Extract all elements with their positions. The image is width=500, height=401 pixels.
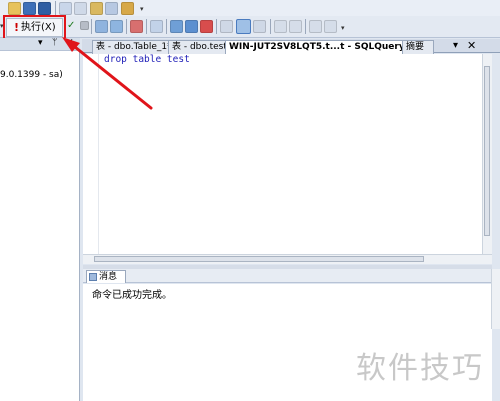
comment-icon[interactable] xyxy=(274,20,287,33)
server-node-label[interactable]: 9.0.1399 - sa) xyxy=(0,70,63,80)
edit-icon[interactable] xyxy=(130,20,143,33)
document-icon[interactable] xyxy=(74,2,87,15)
panel-dropdown-icon[interactable]: ▾ xyxy=(38,38,43,48)
object-explorer-header: ▾ ᛘ ✕ xyxy=(0,38,80,51)
query-editor[interactable] xyxy=(83,54,489,254)
decrease-indent-icon[interactable] xyxy=(309,20,322,33)
editor-margin xyxy=(83,54,99,254)
highlight-box xyxy=(3,15,66,40)
client-stats-icon[interactable] xyxy=(200,20,213,33)
stop-icon[interactable] xyxy=(80,21,89,30)
parse-icon[interactable] xyxy=(95,20,108,33)
watermark: 软件技巧 xyxy=(356,351,484,386)
toolbar2-overflow-icon[interactable]: ▾ xyxy=(341,24,345,32)
toolbar-overflow-icon[interactable]: ▾ xyxy=(140,5,144,13)
copy-icon[interactable] xyxy=(59,2,72,15)
toolbar-query: ▾ ✓ ▾ xyxy=(0,16,500,38)
results-to-text-icon[interactable] xyxy=(220,20,233,33)
tab-test[interactable]: 表 - dbo.test xyxy=(168,40,233,54)
code-line[interactable]: drop table test xyxy=(104,54,190,65)
save-all-icon[interactable] xyxy=(38,2,51,15)
result-message: 命令已成功完成。 xyxy=(92,290,172,301)
uncomment-icon[interactable] xyxy=(289,20,302,33)
tab-close-icon[interactable]: ✕ xyxy=(467,39,476,52)
messages-tab-label: 消息 xyxy=(99,272,118,282)
results-tab-bar xyxy=(83,269,492,283)
results-grid-icon[interactable] xyxy=(110,20,123,33)
include-plan-icon[interactable] xyxy=(185,20,198,33)
check-syntax-icon[interactable]: ✓ xyxy=(67,20,80,33)
open-file-icon[interactable] xyxy=(8,2,21,15)
results-to-file-icon[interactable] xyxy=(253,20,266,33)
query-plan-icon[interactable] xyxy=(170,20,183,33)
properties-icon[interactable] xyxy=(105,2,118,15)
results-to-grid-icon[interactable] xyxy=(236,19,251,34)
window-icon[interactable] xyxy=(121,2,134,15)
tab-table1[interactable]: 表 - dbo.Table_1* xyxy=(92,40,176,54)
tab-sqlquery1[interactable]: WIN-JUT2SV8LQT5.t...t - SQLQuery1.sql* xyxy=(225,40,410,54)
tab-messages[interactable]: 消息 xyxy=(86,270,126,283)
toolbar-standard: ▾ xyxy=(0,0,500,16)
object-explorer-panel xyxy=(0,38,80,401)
paste-icon[interactable] xyxy=(90,2,103,15)
tab-summary[interactable]: 摘要 xyxy=(402,40,434,54)
messages-icon xyxy=(89,273,97,281)
tab-list-dropdown-icon[interactable]: ▾ xyxy=(453,40,458,51)
panel-pin-icon[interactable]: ᛘ xyxy=(52,38,57,48)
panel-close-icon[interactable]: ✕ xyxy=(66,38,74,48)
results-scrollbar[interactable] xyxy=(491,269,500,329)
editor-vertical-scroll-thumb[interactable] xyxy=(484,66,490,236)
increase-indent-icon[interactable] xyxy=(324,20,337,33)
save-icon[interactable] xyxy=(23,2,36,15)
spellcheck-icon[interactable] xyxy=(150,20,163,33)
editor-horizontal-scroll-thumb[interactable] xyxy=(94,256,424,262)
